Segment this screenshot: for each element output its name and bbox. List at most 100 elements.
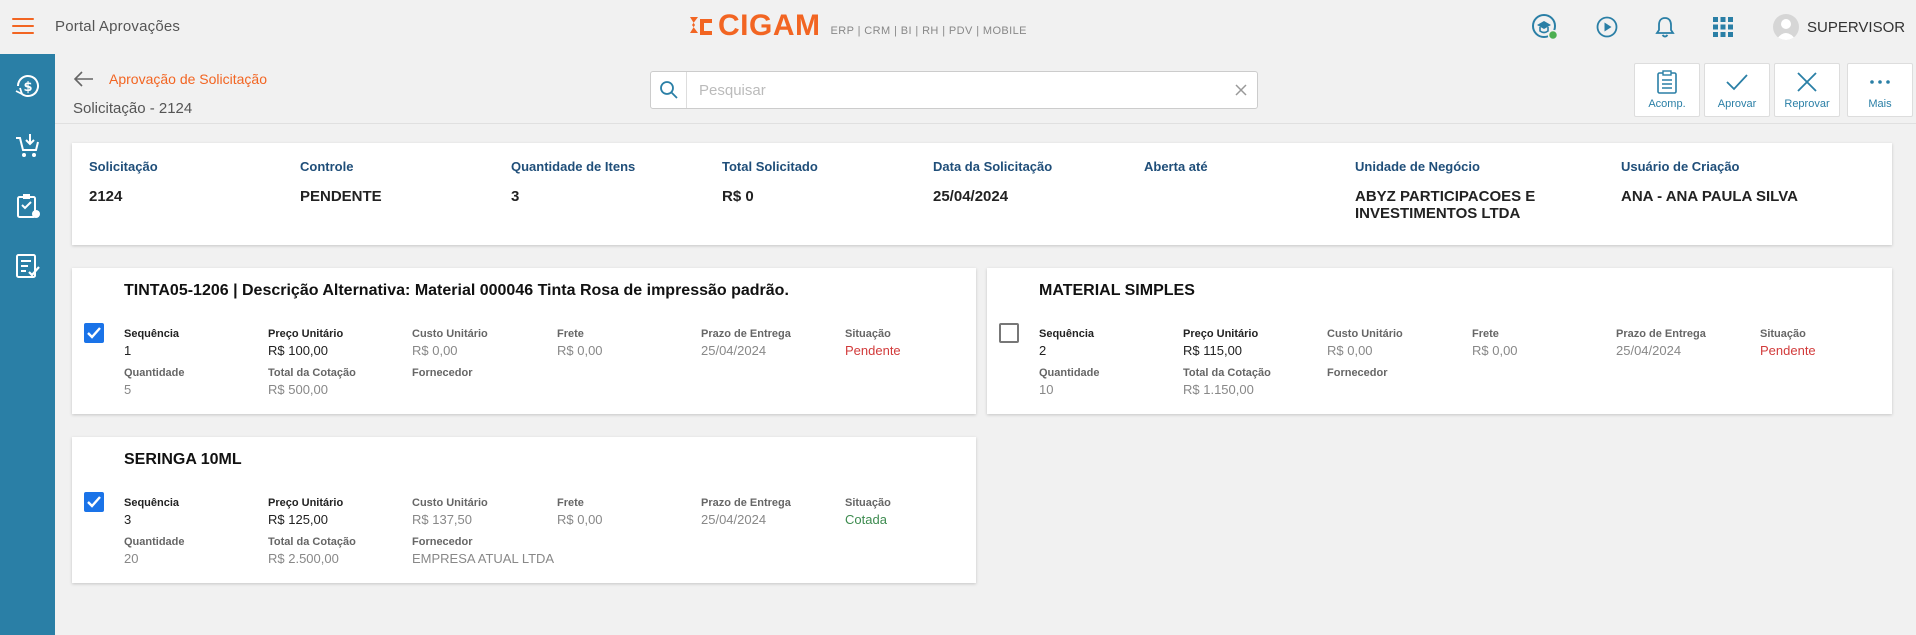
breadcrumb[interactable]: Aprovação de Solicitação: [109, 71, 267, 87]
field-supplier: Fornecedor EMPRESA ATUAL LTDA: [412, 536, 554, 566]
field-value: 1: [124, 343, 132, 358]
search-box: [650, 71, 1258, 109]
more-label: Mais: [1868, 98, 1892, 110]
sidebar-item-requests[interactable]: [0, 236, 55, 296]
field-label: Total da Cotação: [268, 536, 356, 548]
field-value: 10: [1039, 382, 1054, 397]
field-value: R$ 0,00: [1472, 343, 1518, 358]
field-value: R$ 0,00: [557, 512, 603, 527]
field-unit-cost: Custo Unitário R$ 0,00: [412, 328, 488, 358]
field-label: Total da Cotação: [1183, 367, 1271, 379]
field-supplier: Fornecedor: [1327, 367, 1388, 382]
app-title: Portal Aprovações: [55, 18, 181, 35]
apps-grid-icon[interactable]: [1708, 12, 1738, 42]
field-quote-total: Total da Cotação R$ 1.150,00: [1183, 367, 1271, 397]
page-header: Aprovação de Solicitação Solicitação - 2…: [55, 54, 1916, 124]
field-unit-cost: Custo Unitário R$ 137,50: [412, 497, 488, 527]
field-label: Situação: [1760, 328, 1806, 340]
field-value: R$ 0,00: [1327, 343, 1373, 358]
field-value: 5: [124, 382, 132, 397]
field-value: R$ 1.150,00: [1183, 382, 1254, 397]
field-value: R$ 0,00: [557, 343, 603, 358]
field-freight: Frete R$ 0,00: [1472, 328, 1518, 358]
field-sequence: Sequência 3: [124, 497, 179, 527]
field-delivery-date: Prazo de Entrega 25/04/2024: [1616, 328, 1706, 358]
status-badge: Pendente: [1760, 343, 1816, 358]
sidebar-item-purchases[interactable]: [0, 116, 55, 176]
field-unit-price: Preço Unitário R$ 125,00: [268, 497, 343, 527]
sidebar-item-approvals[interactable]: [0, 176, 55, 236]
summary-label: Unidade de Negócio: [1355, 159, 1480, 174]
summary-value: ABYZ PARTICIPACOES E INVESTIMENTOS LTDA: [1355, 188, 1536, 222]
field-quote-total: Total da Cotação R$ 500,00: [268, 367, 356, 397]
cigam-logo: CIGAM ERP | CRM | BI | RH | PDV | MOBILE: [688, 11, 1027, 41]
item-checkbox[interactable]: [999, 323, 1019, 343]
hamburger-menu-icon[interactable]: [12, 18, 34, 36]
more-button[interactable]: Mais: [1847, 63, 1913, 117]
sidebar-item-finance[interactable]: $: [0, 56, 55, 116]
field-value: EMPRESA ATUAL LTDA: [412, 551, 555, 566]
field-value: 25/04/2024: [1616, 343, 1682, 358]
field-label: Custo Unitário: [1327, 328, 1403, 340]
summary-item-count: Quantidade de Itens 3: [511, 159, 635, 205]
track-button[interactable]: Acomp.: [1634, 63, 1700, 117]
search-input[interactable]: [687, 73, 1225, 107]
clipboard-check-icon: [16, 194, 40, 218]
item-checkbox[interactable]: [84, 492, 104, 512]
search-icon[interactable]: [651, 72, 687, 108]
field-label: Fornecedor: [412, 367, 473, 379]
field-value: 20: [124, 551, 139, 566]
close-icon: [1797, 72, 1817, 92]
back-arrow-icon[interactable]: [73, 69, 95, 89]
item-title: SERINGA 10ML: [124, 451, 242, 468]
approve-button[interactable]: Aprovar: [1704, 63, 1770, 117]
field-unit-price: Preço Unitário R$ 115,00: [1183, 328, 1258, 358]
field-value: 2: [1039, 343, 1047, 358]
field-label: Frete: [557, 497, 584, 509]
cart-download-icon: [15, 134, 39, 157]
clear-search-icon[interactable]: [1225, 74, 1257, 106]
field-value: R$ 2.500,00: [268, 551, 339, 566]
summary-label: Solicitação: [89, 159, 158, 174]
summary-business-unit: Unidade de Negócio ABYZ PARTICIPACOES E …: [1355, 159, 1575, 222]
notification-bell-icon[interactable]: [1650, 12, 1680, 42]
field-label: Preço Unitário: [268, 328, 344, 340]
field-value: R$ 500,00: [268, 382, 328, 397]
field-label: Quantidade: [124, 536, 185, 548]
sidebar: $: [0, 54, 55, 635]
field-label: Preço Unitário: [268, 497, 344, 509]
video-play-icon[interactable]: [1592, 12, 1622, 42]
summary-value: R$ 0: [722, 188, 754, 205]
field-label: Situação: [845, 497, 891, 509]
summary-label: Aberta até: [1144, 159, 1208, 174]
field-value: 25/04/2024: [701, 343, 767, 358]
field-sequence: Sequência 1: [124, 328, 179, 358]
reject-button[interactable]: Reprovar: [1774, 63, 1840, 117]
checkmark-icon: [87, 327, 101, 339]
cigam-logo-mark-icon: [690, 17, 712, 35]
user-menu[interactable]: SUPERVISOR: [1773, 12, 1905, 42]
field-label: Sequência: [124, 497, 180, 509]
summary-request: Solicitação 2124: [89, 159, 158, 205]
field-label: Fornecedor: [412, 536, 473, 548]
summary-label: Controle: [300, 159, 354, 174]
field-label: Custo Unitário: [412, 497, 488, 509]
field-value: R$ 137,50: [412, 512, 472, 527]
field-delivery-date: Prazo de Entrega 25/04/2024: [701, 497, 791, 527]
item-checkbox[interactable]: [84, 323, 104, 343]
track-label: Acomp.: [1648, 98, 1686, 110]
field-label: Frete: [557, 328, 584, 340]
summary-label: Usuário de Criação: [1621, 159, 1740, 174]
money-cycle-icon: $: [15, 75, 39, 97]
summary-value: 2124: [89, 188, 123, 205]
item-title: TINTA05-1206 | Descrição Alternativa: Ma…: [124, 282, 789, 299]
graduation-online-icon[interactable]: [1530, 12, 1560, 42]
field-label: Prazo de Entrega: [701, 328, 791, 340]
field-quantity: Quantidade 5: [124, 367, 185, 397]
field-label: Preço Unitário: [1183, 328, 1259, 340]
field-quantity: Quantidade 20: [124, 536, 185, 566]
field-unit-price: Preço Unitário R$ 100,00: [268, 328, 343, 358]
field-value: R$ 0,00: [412, 343, 458, 358]
summary-total: Total Solicitado R$ 0: [722, 159, 818, 205]
field-label: Sequência: [124, 328, 180, 340]
